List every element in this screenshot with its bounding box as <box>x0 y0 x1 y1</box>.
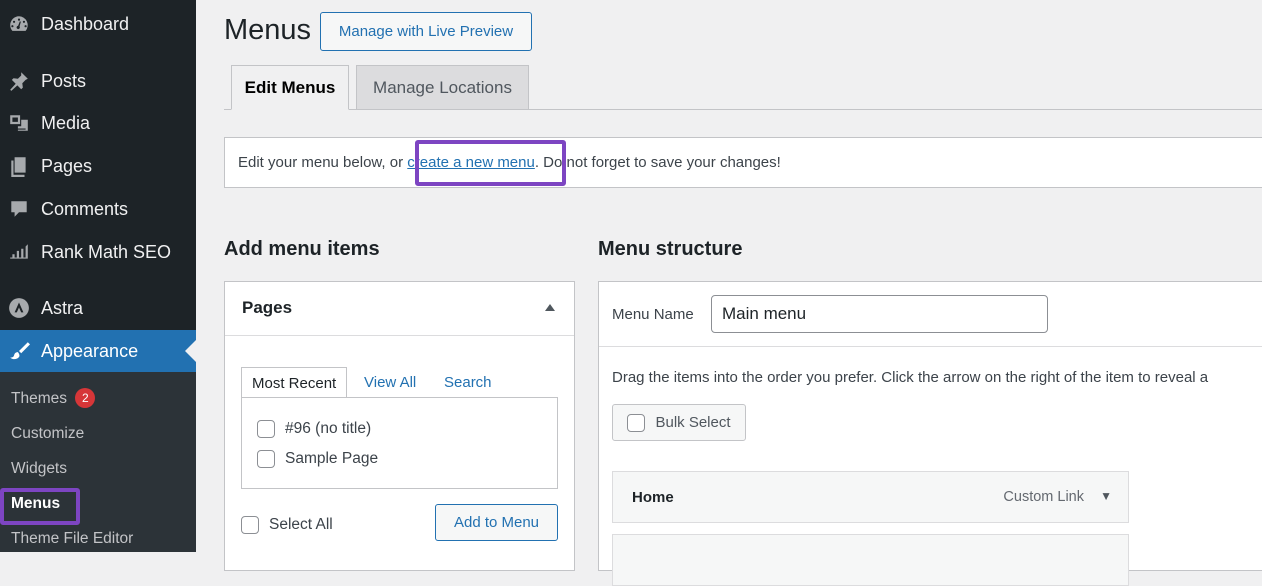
info-notice: Edit your menu below, or create a new me… <box>224 137 1262 188</box>
highlight-box-menus <box>0 488 80 525</box>
pages-list-box: #96 (no title) Sample Page <box>241 397 558 489</box>
appearance-submenu: Themes 2 Customize Widgets Menus Theme F… <box>0 372 196 552</box>
page-label: Sample Page <box>285 450 379 467</box>
add-menu-items-heading: Add menu items <box>224 238 380 260</box>
submenu-item-label: Themes <box>11 390 67 407</box>
submenu-item-widgets[interactable]: Widgets <box>11 458 67 480</box>
menu-item-row[interactable]: Home Custom Link ▼ <box>612 471 1129 523</box>
select-all-row[interactable]: Select All <box>241 516 333 534</box>
sidebar-item-label: Rank Math SEO <box>41 241 172 262</box>
menu-item-type: Custom Link <box>1003 489 1084 505</box>
astra-icon <box>8 297 30 319</box>
sidebar-item-label: Comments <box>41 198 129 219</box>
sidebar-item-astra[interactable]: Astra <box>0 288 196 328</box>
bulk-select-label: Bulk Select <box>655 414 731 431</box>
bulk-select-button[interactable]: Bulk Select <box>612 404 746 441</box>
dashboard-icon <box>8 13 30 35</box>
sidebar-item-rank-math[interactable]: Rank Math SEO <box>0 232 196 272</box>
list-item[interactable]: #96 (no title) <box>257 420 371 438</box>
sidebar-item-label: Astra <box>41 297 84 318</box>
sidebar-item-pages[interactable]: Pages <box>0 146 196 186</box>
comment-icon <box>8 198 30 220</box>
page-label: #96 (no title) <box>285 420 372 437</box>
submenu-item-theme-file-editor[interactable]: Theme File Editor <box>11 528 133 550</box>
highlight-box-create-menu <box>415 140 566 186</box>
pin-icon <box>8 70 30 92</box>
tab-edit-menus[interactable]: Edit Menus <box>231 65 349 110</box>
live-preview-button[interactable]: Manage with Live Preview <box>320 12 532 51</box>
pages-panel-title: Pages <box>242 298 293 317</box>
media-icon <box>8 112 30 134</box>
sidebar-item-posts[interactable]: Posts <box>0 61 196 101</box>
menu-item-title: Home <box>632 489 674 506</box>
current-menu-arrow <box>185 340 196 362</box>
tab-search[interactable]: Search <box>444 367 492 398</box>
submenu-item-customize[interactable]: Customize <box>11 423 84 445</box>
page-checkbox[interactable] <box>257 450 275 468</box>
menu-name-label: Menu Name <box>612 306 694 323</box>
collapse-arrow-icon[interactable] <box>545 304 555 311</box>
expand-arrow-icon[interactable]: ▼ <box>1100 489 1112 503</box>
select-all-label: Select All <box>269 516 333 533</box>
chart-icon <box>8 241 30 263</box>
menu-structure-heading: Menu structure <box>598 238 743 260</box>
tab-view-all[interactable]: View All <box>364 367 416 398</box>
pages-icon <box>8 155 30 177</box>
page-checkbox[interactable] <box>257 420 275 438</box>
notice-text: Edit your menu below, or <box>238 154 408 171</box>
add-to-menu-button[interactable]: Add to Menu <box>435 504 558 541</box>
select-all-checkbox[interactable] <box>241 516 259 534</box>
menu-structure-panel: Menu Name Main menu Drag the items into … <box>598 281 1262 586</box>
tab-most-recent[interactable]: Most Recent <box>241 367 348 398</box>
brush-icon <box>8 340 30 362</box>
admin-sidebar: Dashboard Posts Media Pages Comments Ran… <box>0 0 196 552</box>
sidebar-item-label: Dashboard <box>41 13 130 34</box>
list-item[interactable]: Sample Page <box>257 450 378 468</box>
page-title: Menus <box>224 14 312 46</box>
menu-name-bar: Menu Name Main menu <box>599 282 1262 347</box>
sidebar-item-label: Pages <box>41 155 93 176</box>
sidebar-item-label: Media <box>41 112 91 133</box>
pages-panel: Pages Most Recent View All Search #96 (n… <box>224 281 575 571</box>
bulk-select-checkbox <box>627 413 646 432</box>
menu-item-row[interactable] <box>612 534 1129 586</box>
sidebar-item-dashboard[interactable]: Dashboard <box>0 4 196 44</box>
sidebar-item-media[interactable]: Media <box>0 103 196 143</box>
notice-text: . Do not forget to save your changes! <box>534 154 781 171</box>
pages-panel-header[interactable]: Pages <box>225 282 574 336</box>
sidebar-item-appearance[interactable]: Appearance <box>0 330 196 372</box>
update-count-badge: 2 <box>75 388 96 408</box>
sidebar-item-comments[interactable]: Comments <box>0 189 196 229</box>
menu-name-input[interactable]: Main menu <box>711 295 1048 333</box>
instructions-text: Drag the items into the order you prefer… <box>612 369 1209 386</box>
sidebar-item-label: Posts <box>41 70 87 91</box>
sidebar-item-label: Appearance <box>41 340 139 361</box>
submenu-item-themes[interactable]: Themes 2 <box>11 388 96 410</box>
tab-manage-locations[interactable]: Manage Locations <box>356 65 529 110</box>
